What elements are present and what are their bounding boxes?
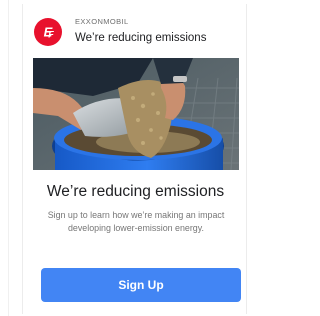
ad-headline: We’re reducing emissions xyxy=(46,183,225,200)
exxonmobil-logo-icon: E F xyxy=(34,18,62,46)
ad-image[interactable] xyxy=(33,58,239,170)
logo-mark-icon: E F xyxy=(44,25,55,40)
sign-up-button[interactable]: Sign Up xyxy=(41,268,241,302)
brand-name: EXXONMOBIL xyxy=(75,17,129,26)
hands-pouring-grain-photo-icon xyxy=(33,58,239,170)
ad-body-text: Sign up to learn how we’re making an imp… xyxy=(47,210,225,233)
ad-header: E F EXXONMOBIL We’re reducing emissions xyxy=(23,4,248,54)
ad-card[interactable]: E F EXXONMOBIL We’re reducing emissions xyxy=(22,4,247,314)
page: E F EXXONMOBIL We’re reducing emissions xyxy=(0,0,254,316)
page-divider xyxy=(8,0,9,316)
svg-text:F: F xyxy=(48,30,54,40)
header-title: We’re reducing emissions xyxy=(75,32,207,44)
